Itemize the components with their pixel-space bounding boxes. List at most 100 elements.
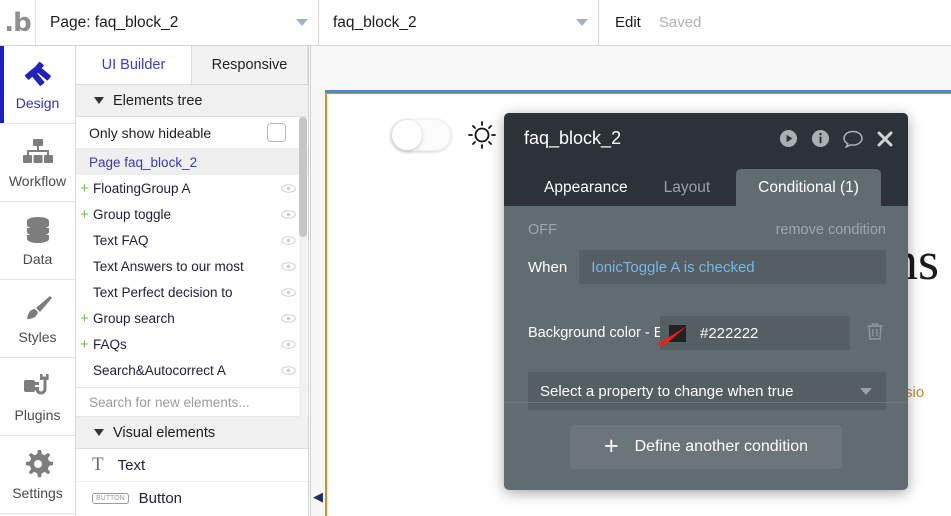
panel-scrollbar[interactable] — [299, 117, 307, 427]
rail-label-design: Design — [15, 95, 60, 111]
play-icon[interactable] — [779, 129, 798, 148]
rail-item-design[interactable]: Design — [0, 46, 75, 124]
only-show-hideable-row[interactable]: Only show hideable — [76, 117, 308, 149]
tree-item-search-autocorrect[interactable]: Search&Autocorrect A — [76, 357, 308, 383]
trash-icon[interactable] — [866, 321, 884, 346]
rail-item-settings[interactable]: Settings — [0, 436, 75, 514]
visual-elements-header[interactable]: Visual elements — [76, 417, 308, 449]
tree-item-text-faq[interactable]: Text FAQ — [76, 227, 308, 253]
eye-icon[interactable] — [281, 261, 296, 272]
tree-item-label: Search&Autocorrect A — [93, 362, 226, 378]
panel-collapse-arrow[interactable]: ◀ — [311, 487, 325, 507]
panel-scrollbar-thumb[interactable] — [299, 117, 307, 237]
dialog-footer: + Define another condition — [504, 402, 908, 490]
bubble-logo[interactable]: .b — [0, 0, 36, 45]
rail-label-styles: Styles — [18, 329, 57, 345]
styles-icon — [21, 292, 55, 324]
only-show-hideable-label: Only show hideable — [89, 124, 212, 141]
tree-item-label: Text FAQ — [93, 232, 149, 248]
visual-element-text-label: Text — [117, 456, 146, 474]
property-select-placeholder: Select a property to change when true — [540, 382, 794, 400]
chevron-down-icon — [296, 19, 308, 26]
top-bar: .b Page: faq_block_2 faq_block_2 Edit Sa… — [0, 0, 951, 46]
property-editor-dialog: faq_block_2 Appearance Layout Conditiona… — [504, 113, 908, 490]
toggle-knob[interactable] — [392, 120, 422, 150]
expand-icon[interactable]: + — [80, 180, 93, 197]
dialog-title: faq_block_2 — [524, 128, 622, 148]
page-sub-text: sio — [905, 384, 925, 401]
tree-item-floatinggroup-a[interactable]: + FloatingGroup A — [76, 175, 308, 201]
remove-condition-button[interactable]: remove condition — [776, 222, 886, 238]
plugins-icon — [21, 370, 55, 402]
search-new-elements-input[interactable]: Search for new elements... — [76, 387, 308, 417]
edit-button[interactable]: Edit — [615, 14, 641, 31]
tree-item-text-answers[interactable]: Text Answers to our most — [76, 253, 308, 279]
eye-icon[interactable] — [281, 287, 296, 298]
elements-tree-header[interactable]: Elements tree — [76, 85, 308, 117]
tree-item-label: FloatingGroup A — [93, 180, 191, 196]
plus-icon: + — [603, 432, 619, 460]
search-new-elements-placeholder: Search for new elements... — [89, 394, 250, 410]
chevron-down-icon — [94, 429, 104, 436]
close-icon[interactable] — [876, 130, 894, 148]
element-selector[interactable]: faq_block_2 — [319, 0, 599, 45]
visual-element-button-label: Button — [138, 490, 183, 507]
eye-icon[interactable] — [281, 365, 296, 376]
text-T-icon: T — [92, 454, 104, 475]
rail-item-styles[interactable]: Styles — [0, 280, 75, 358]
visual-element-text[interactable]: T Text — [76, 449, 308, 482]
tab-layout-label: Layout — [663, 178, 711, 196]
tree-item-label: Page faq_block_2 — [89, 154, 198, 170]
sun-icon[interactable] — [467, 120, 497, 150]
when-label: When — [528, 258, 568, 276]
canvas-toolbar — [311, 46, 951, 90]
tree-item-group-toggle[interactable]: + Group toggle — [76, 201, 308, 227]
dialog-tab-bar: Appearance Layout Conditional (1) — [504, 164, 908, 206]
eye-icon[interactable] — [281, 209, 296, 220]
dialog-title-bar[interactable]: faq_block_2 — [504, 113, 908, 164]
eye-icon[interactable] — [281, 313, 296, 324]
tree-item-label: FAQs — [93, 336, 127, 352]
tree-item-page[interactable]: Page faq_block_2 — [76, 149, 308, 175]
rail-label-workflow: Workflow — [8, 173, 67, 189]
dialog-icon-group — [779, 129, 894, 148]
define-another-condition-label: Define another condition — [634, 437, 809, 455]
page-selector[interactable]: Page: faq_block_2 — [36, 0, 319, 45]
tree-item-label: Group toggle — [93, 206, 172, 222]
eye-icon[interactable] — [281, 339, 296, 350]
info-icon[interactable] — [811, 129, 830, 148]
define-another-condition-button[interactable]: + Define another condition — [569, 424, 843, 469]
tab-responsive[interactable]: Responsive — [192, 46, 308, 84]
tree-item-text-perfect[interactable]: Text Perfect decision to — [76, 279, 308, 305]
left-nav-rail: Design Workflow Data Styles Plugins Sett… — [0, 46, 76, 516]
rail-item-data[interactable]: Data — [0, 202, 75, 280]
elements-tree-title: Elements tree — [113, 92, 203, 109]
data-icon — [21, 214, 55, 246]
tab-ui-builder[interactable]: UI Builder — [76, 46, 192, 84]
tree-item-group-search[interactable]: + Group search — [76, 305, 308, 331]
element-selector-value: faq_block_2 — [333, 13, 417, 31]
visual-element-button[interactable]: BUTTON Button — [76, 482, 308, 515]
tree-item-label: Group search — [93, 310, 175, 326]
eye-icon[interactable] — [281, 183, 296, 194]
tab-appearance[interactable]: Appearance — [526, 169, 646, 206]
expand-icon[interactable]: + — [80, 336, 93, 353]
tab-layout[interactable]: Layout — [646, 169, 729, 206]
tab-ui-builder-label: UI Builder — [101, 56, 166, 73]
edit-status-group: Edit Saved — [599, 0, 701, 45]
toggle-switch[interactable] — [391, 119, 451, 151]
button-icon: BUTTON — [92, 493, 129, 504]
expand-icon[interactable]: + — [80, 206, 93, 223]
comment-icon[interactable] — [843, 130, 863, 148]
when-expression-value: IonicToggle A is checked — [591, 258, 755, 276]
eye-icon[interactable] — [281, 235, 296, 246]
rail-item-plugins[interactable]: Plugins — [0, 358, 75, 436]
tab-conditional[interactable]: Conditional (1) — [736, 169, 881, 206]
tree-item-faqs[interactable]: + FAQs — [76, 331, 308, 357]
when-expression-field[interactable]: IonicToggle A is checked — [579, 250, 886, 284]
only-show-hideable-checkbox[interactable] — [267, 123, 286, 142]
rail-item-workflow[interactable]: Workflow — [0, 124, 75, 202]
saved-status: Saved — [658, 14, 702, 31]
dialog-body: OFF remove condition When IonicToggle A … — [504, 206, 908, 410]
expand-icon[interactable]: + — [80, 310, 93, 327]
